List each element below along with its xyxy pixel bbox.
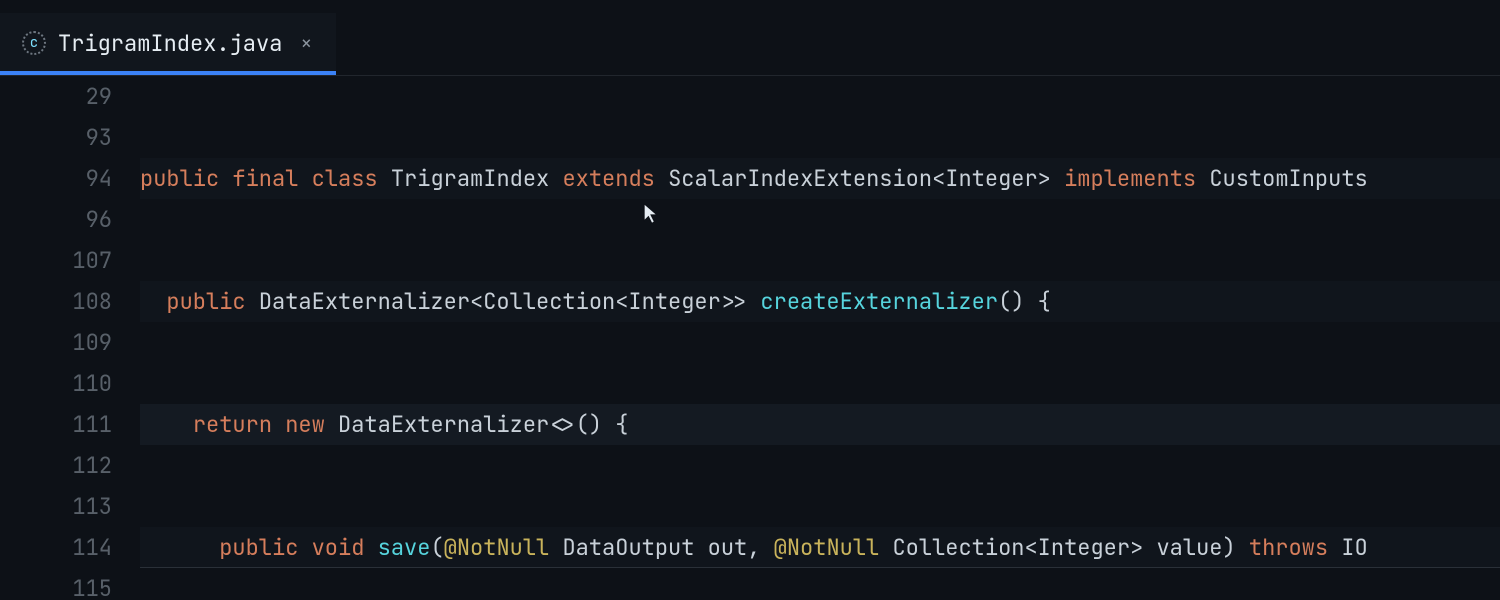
line-number[interactable]: 115 (0, 568, 112, 600)
tab-title: TrigramIndex.java (58, 29, 282, 58)
mouse-cursor-icon (642, 202, 660, 226)
line-number[interactable]: 29 (0, 76, 112, 117)
line-number[interactable]: 111 (0, 404, 112, 445)
code-area[interactable]: public final class TrigramIndex extends … (140, 76, 1500, 600)
sticky-scope-line: public final class TrigramIndex extends … (140, 158, 1500, 199)
line-number[interactable]: 96 (0, 199, 112, 240)
line-number[interactable]: 94 (0, 158, 112, 199)
line-number[interactable]: 112 (0, 445, 112, 486)
line-number-gutter: 29 93 94 96 107 108 109 110 111 112 113 … (0, 76, 140, 600)
sticky-scope-line: public DataExternalizer<Collection<Integ… (140, 281, 1500, 322)
file-tab-trigramindex[interactable]: c TrigramIndex.java × (0, 13, 336, 75)
code-editor[interactable]: 29 93 94 96 107 108 109 110 111 112 113 … (0, 76, 1500, 600)
tab-bar: c TrigramIndex.java × (0, 0, 1500, 76)
line-number[interactable]: 114 (0, 527, 112, 568)
java-class-icon: c (22, 31, 46, 55)
line-number[interactable]: 108 (0, 281, 112, 322)
line-number[interactable]: 109 (0, 322, 112, 363)
line-number[interactable]: 110 (0, 363, 112, 404)
line-number[interactable]: 93 (0, 117, 112, 158)
close-icon[interactable]: × (300, 30, 312, 56)
sticky-scope-line: return new DataExternalizer<>() { (140, 404, 1500, 445)
line-number[interactable]: 113 (0, 486, 112, 527)
line-number[interactable]: 107 (0, 240, 112, 281)
sticky-scope-line: public void save(@NotNull DataOutput out… (140, 527, 1500, 568)
